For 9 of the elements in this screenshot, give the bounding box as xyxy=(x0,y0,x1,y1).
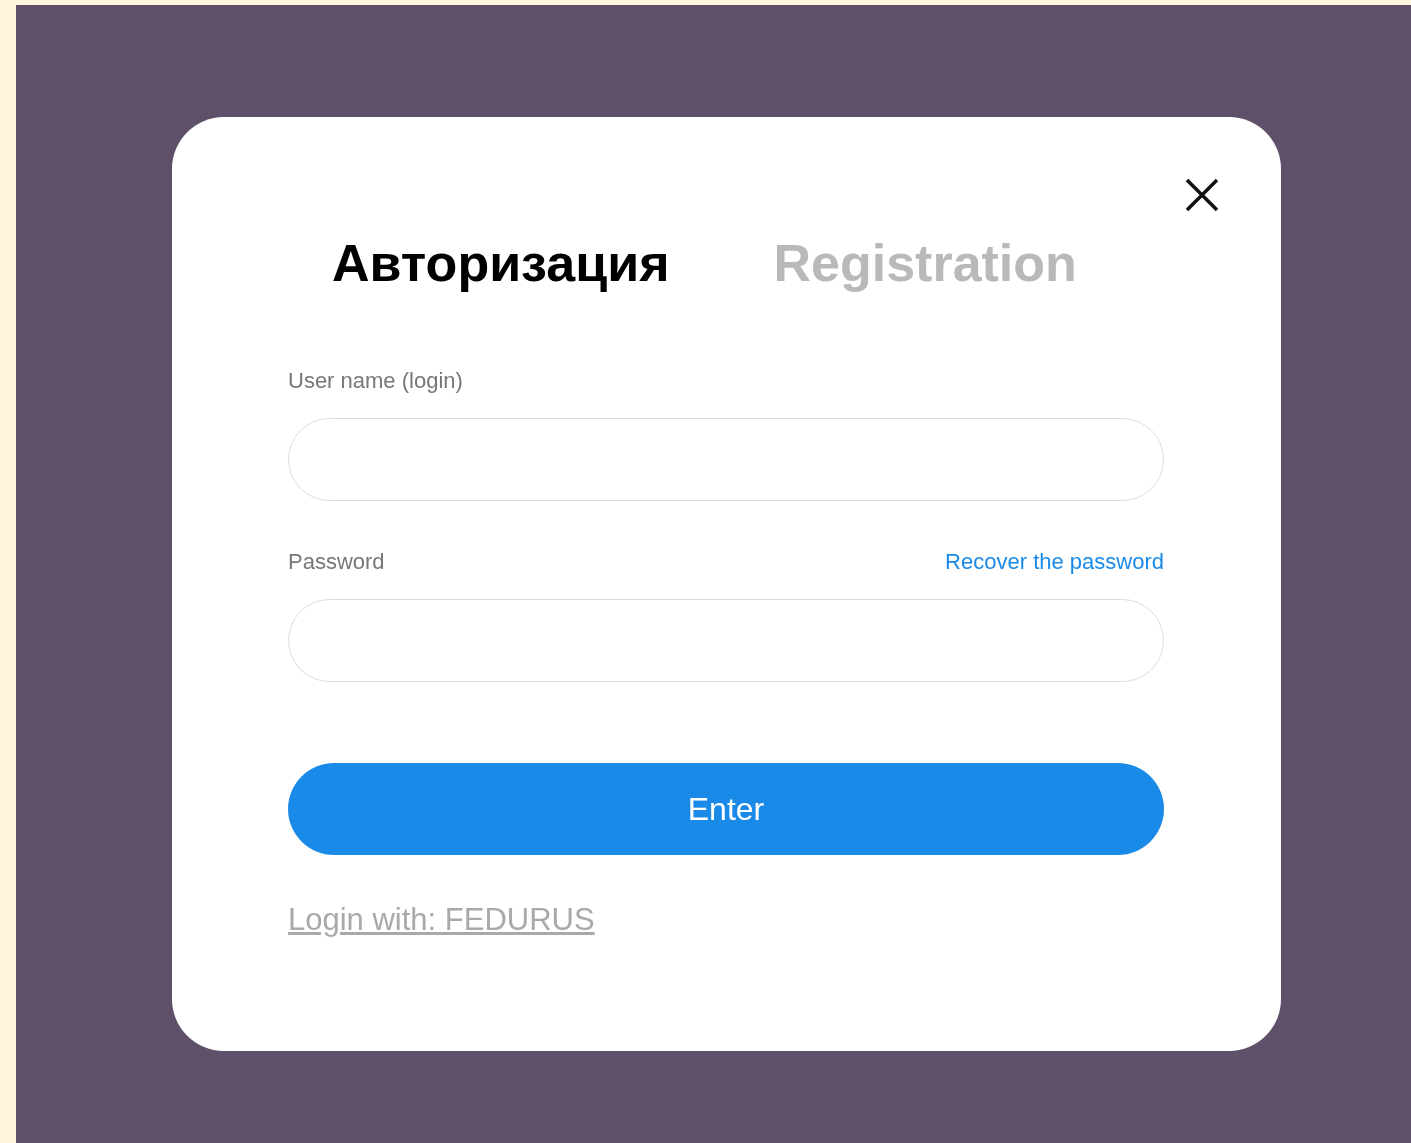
close-button[interactable] xyxy=(1184,177,1220,213)
tab[interactable]: Авторизация xyxy=(332,233,670,293)
enter-button[interactable]: Enter xyxy=(288,763,1164,855)
field-label: Password xyxy=(288,549,385,575)
close-icon xyxy=(1184,177,1220,213)
tab[interactable]: Registration xyxy=(773,233,1077,293)
alt-login-link[interactable]: Login with: FEDURUS xyxy=(288,903,595,937)
recover-password-link[interactable]: Recover the password xyxy=(945,549,1164,575)
field-label: User name (login) xyxy=(288,368,463,394)
